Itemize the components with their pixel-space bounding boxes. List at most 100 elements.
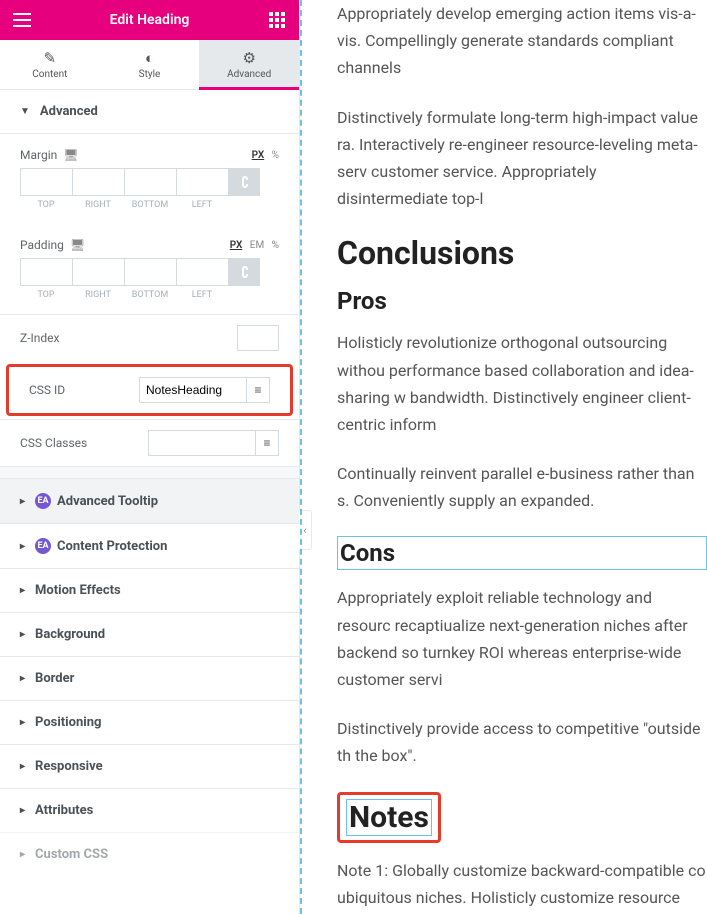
dynamic-tags-button[interactable]: ≡ [246,377,270,403]
heading-cons[interactable]: Cons [340,539,704,567]
apps-icon[interactable] [267,10,287,30]
unit-px[interactable]: PX [230,240,243,251]
caret-right-icon: ▸ [20,585,25,596]
pencil-icon: ✎ [44,49,57,67]
control-cssclasses: CSS Classes ≡ [0,419,299,466]
section-label: Motion Effects [35,583,121,598]
control-margin: Margin🖥 PX % TOP RIGHT BOTTOM [0,134,299,224]
control-cssid: CSS ID ≡ [9,367,290,413]
zindex-input[interactable] [237,325,279,351]
body-text: Appropriately develop emerging action it… [337,0,707,82]
section-label: Custom CSS [35,847,108,862]
database-icon: ≡ [263,436,270,450]
cssid-label: CSS ID [29,383,65,397]
caret-right-icon: ▸ [20,541,25,552]
section-label: Background [35,627,105,642]
body-text: Holisticly revolutionize orthogonal outs… [337,329,707,438]
control-padding: Padding🖥 PX EM % TOP RIGHT [0,224,299,314]
tab-advanced[interactable]: ⚙ Advanced [199,40,299,89]
panel-title: Edit Heading [32,12,267,28]
body-text: Distinctively formulate long-term high-i… [337,104,707,213]
heading-pros[interactable]: Pros [337,287,707,315]
section-content-protection[interactable]: ▸ EA Content Protection [0,523,299,568]
section-advanced-label: Advanced [40,104,98,119]
zindex-label: Z-Index [20,331,59,345]
label-top: TOP [20,290,72,300]
body-text: Continually reinvent parallel e-business… [337,460,707,514]
padding-left-input[interactable] [176,258,228,286]
body-text: Distinctively provide access to competit… [337,715,707,769]
ea-badge-icon: EA [35,493,51,509]
padding-top-input[interactable] [20,258,72,286]
margin-bottom-input[interactable] [124,168,176,196]
cssclasses-label: CSS Classes [20,436,87,450]
margin-left-input[interactable] [176,168,228,196]
section-responsive[interactable]: ▸ Responsive [0,744,299,788]
section-advanced-toggle[interactable]: ▼ Advanced [0,90,299,134]
caret-right-icon: ▸ [20,761,25,772]
label-top: TOP [20,200,72,210]
element-outline[interactable]: Cons [337,536,707,570]
section-label: Responsive [35,759,103,774]
unit-pct[interactable]: % [272,150,279,161]
contrast-icon: ◐ [145,49,154,67]
body-text: Note 1: Globally customize backward-comp… [337,857,707,914]
tab-style-label: Style [139,69,161,80]
label-bottom: BOTTOM [124,200,176,210]
unit-px[interactable]: PX [252,150,265,161]
database-icon: ≡ [254,383,261,397]
caret-right-icon: ▸ [20,805,25,816]
tab-content-label: Content [32,69,67,80]
responsive-icon[interactable]: 🖥 [70,238,85,252]
label-right: RIGHT [72,290,124,300]
section-label: Advanced Tooltip [57,494,158,509]
caret-right-icon: ▸ [20,717,25,728]
element-outline[interactable]: Notes [346,799,432,836]
link-icon [238,175,250,189]
section-background[interactable]: ▸ Background [0,612,299,656]
padding-right-input[interactable] [72,258,124,286]
margin-units: PX % [247,150,279,161]
cssid-input[interactable] [139,377,247,403]
menu-icon[interactable] [12,10,32,30]
section-custom-css[interactable]: ▸ Custom CSS [0,832,299,876]
margin-top-input[interactable] [20,168,72,196]
panel-body: ▼ Advanced Margin🖥 PX % [0,90,299,914]
tab-advanced-label: Advanced [227,69,271,80]
heading-conclusions[interactable]: Conclusions [337,234,707,272]
unit-em[interactable]: EM [250,240,264,251]
section-positioning[interactable]: ▸ Positioning [0,700,299,744]
label-left: LEFT [176,200,228,210]
caret-right-icon: ▸ [20,496,25,507]
padding-label: Padding🖥 [20,238,85,252]
tab-style[interactable]: ◐ Style [100,40,200,89]
dynamic-tags-button[interactable]: ≡ [255,430,279,456]
heading-notes[interactable]: Notes [349,800,429,835]
caret-down-icon: ▼ [20,106,30,117]
body-text: Appropriately exploit reliable technolog… [337,584,707,693]
caret-right-icon: ▸ [20,629,25,640]
section-attributes[interactable]: ▸ Attributes [0,788,299,832]
caret-right-icon: ▸ [20,673,25,684]
section-motion-effects[interactable]: ▸ Motion Effects [0,568,299,612]
section-label: Content Protection [57,539,167,554]
editor-top-bar: Edit Heading [0,0,299,40]
tab-content[interactable]: ✎ Content [0,40,100,89]
margin-link-button[interactable] [228,168,260,196]
margin-right-input[interactable] [72,168,124,196]
notes-highlight: Notes [337,792,441,843]
cssclasses-input[interactable] [148,430,256,456]
unit-pct[interactable]: % [272,240,279,251]
margin-label: Margin🖥 [20,148,78,162]
caret-right-icon: ▸ [20,849,25,860]
padding-bottom-input[interactable] [124,258,176,286]
section-border[interactable]: ▸ Border [0,656,299,700]
section-advanced-tooltip[interactable]: ▸ EA Advanced Tooltip [0,478,299,523]
panel-tabs: ✎ Content ◐ Style ⚙ Advanced [0,40,299,90]
ea-badge-icon: EA [35,538,51,554]
control-zindex: Z-Index [0,314,299,361]
responsive-icon[interactable]: 🖥 [63,148,78,162]
cssid-highlight: CSS ID ≡ [6,364,293,416]
padding-link-button[interactable] [228,258,260,286]
preview-area[interactable]: Appropriately develop emerging action it… [300,0,707,914]
